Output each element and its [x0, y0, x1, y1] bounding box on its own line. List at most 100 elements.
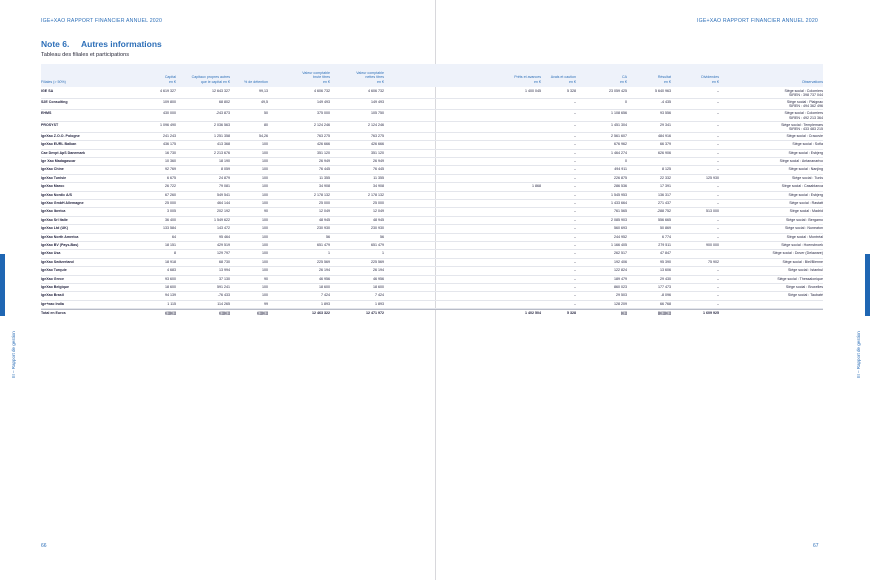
- cell-ca: 23 059 425: [609, 89, 627, 93]
- row-name: Ige Xao Madagascar: [41, 159, 76, 163]
- cell-observation: Siège social : Casablanca: [781, 184, 823, 189]
- header-ca: en €: [620, 79, 627, 84]
- cell-brute: 375 000: [317, 111, 330, 116]
- row-name: IGE SA: [41, 89, 54, 93]
- row-divider: [41, 249, 823, 251]
- row-divider: [41, 165, 823, 167]
- row-divider: [41, 148, 823, 150]
- cell-pct: 100: [262, 150, 268, 155]
- cell-resultat: -288 752: [656, 209, 671, 214]
- cell-capital: 92 769: [165, 167, 176, 172]
- cell-nette: 25 000: [373, 201, 384, 205]
- cell-resultat: 29 430: [660, 276, 671, 281]
- cell-avals: –: [574, 192, 576, 197]
- row-name: EHMS: [41, 111, 52, 116]
- cell-pct: 49,5: [261, 100, 268, 105]
- cell-brute: 26 194: [319, 268, 330, 273]
- cell-resultat: 29 341: [660, 122, 671, 127]
- cell-div: –: [717, 201, 719, 205]
- cell-observation: SIREN : 398 737 044: [789, 93, 823, 98]
- cell-capitaux: 591 241: [217, 285, 230, 289]
- cell-avals: –: [574, 142, 576, 147]
- cell-pct: 99: [264, 301, 268, 306]
- row-name: PROSYST: [41, 122, 59, 127]
- cell-pct: 100: [262, 142, 268, 147]
- cell-capitaux: 129 797: [217, 251, 230, 256]
- cell-resultat: -4 435: [660, 100, 671, 105]
- cell-avals: –: [574, 234, 576, 239]
- cell-nette: 2 178 132: [368, 192, 384, 197]
- cell-avals: –: [574, 175, 576, 180]
- cell-brute: 1 893: [321, 301, 330, 306]
- cell-avals: –: [574, 159, 576, 163]
- cell-nette: 149 493: [371, 100, 384, 105]
- cell-div: –: [717, 159, 719, 163]
- cell-capital: 64: [172, 234, 176, 239]
- cell-pct: 100: [262, 293, 268, 298]
- cell-capitaux: 37 130: [219, 276, 230, 281]
- cell-avals: –: [574, 285, 576, 289]
- cell-div: –: [717, 167, 719, 172]
- cell-capitaux: 68 802: [219, 100, 230, 105]
- side-label-left: III – Rapport de gestion: [11, 331, 16, 378]
- cell-nette: 4 606 732: [368, 89, 384, 93]
- cell-observation: Siège social : Madrid: [789, 209, 823, 214]
- cell-div: –: [717, 111, 719, 116]
- cell-ca: 1 464 274: [611, 150, 627, 155]
- cell-capital: 436 175: [163, 142, 176, 147]
- cell-nette: 26 949: [373, 159, 384, 163]
- cell-div: –: [717, 285, 719, 289]
- cell-avals: –: [574, 251, 576, 256]
- header-div: en €: [712, 79, 719, 84]
- cell-pct: 100: [262, 285, 268, 289]
- cell-nette: 76 445: [373, 167, 384, 172]
- cell-brute: 76 445: [319, 167, 330, 172]
- row-name: IgeXao Tunisie: [41, 175, 67, 180]
- cell-resultat: 626 906: [658, 150, 671, 155]
- cell-resultat: 279 511: [658, 243, 671, 247]
- header-detention: % de détention: [244, 79, 268, 84]
- row-name: IgeXao BV (Pays-Bas): [41, 243, 79, 247]
- cell-ca: 286 536: [614, 184, 627, 189]
- cell-resultat: 13 606: [660, 268, 671, 273]
- cell-ca: 0: [625, 159, 627, 163]
- total-ca: (((((: [621, 311, 627, 316]
- cell-nette: 230 930: [371, 226, 384, 231]
- row-divider: [41, 120, 823, 122]
- row-divider: [41, 283, 823, 284]
- cell-capitaux: 1 549 622: [214, 217, 230, 222]
- row-divider: [41, 199, 823, 200]
- cell-nette: 351 120: [371, 150, 384, 155]
- row-divider: [41, 224, 823, 226]
- cell-brute: 7 424: [321, 293, 330, 298]
- cell-div: –: [717, 192, 719, 197]
- cell-capitaux: 2 213 676: [214, 150, 230, 155]
- row-name: IgeXao Turquie: [41, 268, 67, 273]
- cell-pct: 100: [262, 234, 268, 239]
- cell-brute: 2 124 246: [314, 122, 330, 127]
- cell-avals: –: [574, 150, 576, 155]
- cell-brute: 12 049: [319, 209, 330, 214]
- cell-ca: 860 023: [614, 285, 627, 289]
- cell-brute: 1: [328, 251, 330, 256]
- cell-pct: 100: [262, 243, 268, 247]
- cell-pct: 90: [264, 276, 268, 281]
- row-divider: [41, 190, 823, 192]
- cell-capital: 18 151: [165, 243, 176, 247]
- cell-nette: 2 124 246: [368, 122, 384, 127]
- cell-prets: 1 400 045: [525, 89, 541, 93]
- cell-resultat: 47 847: [660, 251, 671, 256]
- row-name: IgeXao EURL Balkan: [41, 142, 77, 147]
- header-nette: en €: [377, 79, 384, 84]
- cell-ca: 29 503: [616, 293, 627, 298]
- cell-brute: 25 000: [319, 201, 330, 205]
- cell-brute: 11 355: [319, 175, 330, 180]
- cell-avals: –: [574, 243, 576, 247]
- cell-observation: Siège social : Montréal: [786, 234, 823, 239]
- cell-ca: 262 517: [614, 251, 627, 256]
- cell-nette: 11 355: [373, 175, 384, 180]
- cell-capitaux: 549 541: [217, 192, 230, 197]
- cell-ca: 494 911: [614, 167, 627, 172]
- cell-resultat: 5 640 963: [655, 89, 671, 93]
- cell-brute: 34 908: [319, 184, 330, 189]
